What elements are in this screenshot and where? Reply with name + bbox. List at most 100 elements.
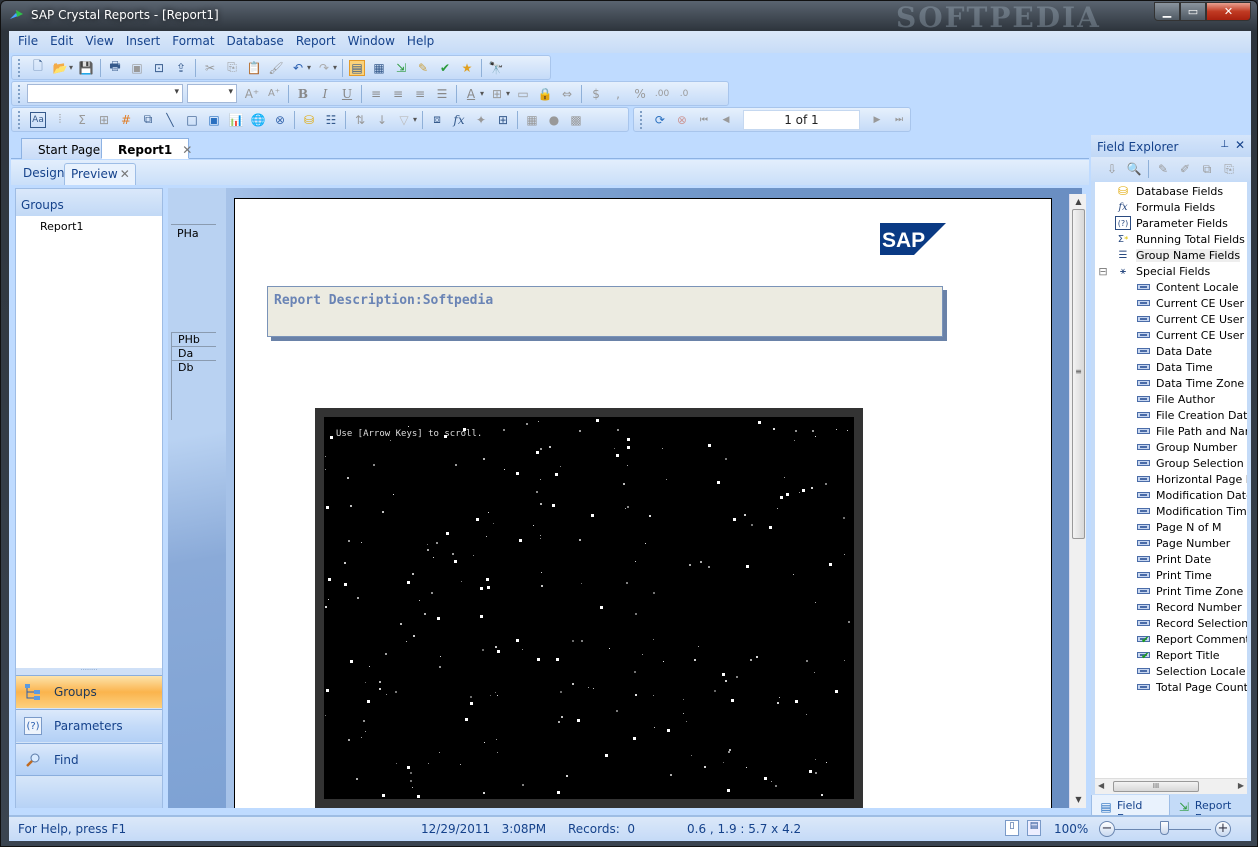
tab-start-page[interactable]: Start Page <box>21 138 112 159</box>
paste-icon[interactable]: 📋 <box>246 60 262 76</box>
new-icon[interactable]: 🗋 <box>30 59 46 76</box>
special-field-item[interactable]: ✔ Report Comments <box>1135 631 1247 647</box>
formula-icon[interactable]: fx <box>451 112 467 128</box>
scroll-thumb[interactable]: III <box>1113 781 1199 792</box>
zoom-slider-thumb[interactable] <box>1160 821 1169 835</box>
borders-icon[interactable]: ⊞ <box>489 86 505 102</box>
tree-item-parameter-fields[interactable]: (?) Parameter Fields <box>1115 215 1228 231</box>
open-dropdown[interactable]: ▾ <box>69 63 73 72</box>
font-name-combo[interactable] <box>27 84 183 103</box>
special-field-item[interactable]: Print Date <box>1135 551 1211 567</box>
new-field-icon[interactable]: ✎ <box>1155 161 1171 177</box>
tree-item-special-fields[interactable]: ⊟ ⚹ Special Fields <box>1097 263 1210 279</box>
special-field-item[interactable]: Data Date <box>1135 343 1212 359</box>
font-color-dropdown[interactable]: ▾ <box>480 89 484 98</box>
maximize-button[interactable]: ▭ <box>1180 2 1206 21</box>
toolbar-grip[interactable] <box>640 110 643 129</box>
scroll-thumb[interactable]: ≡ <box>1072 209 1085 539</box>
special-field-item[interactable]: Data Time Zone <box>1135 375 1244 391</box>
font-size-combo[interactable] <box>187 84 237 103</box>
bold-icon[interactable]: B <box>295 86 311 102</box>
special-field-item[interactable]: File Path and Name <box>1135 423 1247 439</box>
menu-edit[interactable]: Edit <box>45 31 80 53</box>
collapse-icon[interactable]: ⊟ <box>1097 264 1109 278</box>
edit-field-icon[interactable]: ✐ <box>1177 161 1193 177</box>
group-expert-icon[interactable]: ⇅ <box>352 112 368 128</box>
align-left-icon[interactable]: ≡ <box>368 86 384 102</box>
cross-tab-icon[interactable]: ⊞ <box>96 112 112 128</box>
browse-icon[interactable]: 🔍 <box>1126 161 1142 177</box>
undo-dropdown[interactable]: ▾ <box>307 63 311 72</box>
section-page-header-a[interactable]: PHa <box>171 224 216 334</box>
title-bar[interactable]: SAP Crystal Reports - [Report1] SOFTPEDI… <box>1 1 1257 34</box>
increase-decimals-icon[interactable]: .00 <box>654 86 670 102</box>
grid-icon[interactable]: ⊞ <box>495 112 511 128</box>
special-field-item[interactable]: Group Selection Formula <box>1135 455 1247 471</box>
nav-groups-button[interactable]: Groups <box>16 675 162 708</box>
nav-find-button[interactable]: Find <box>16 743 162 776</box>
toolbar-grip[interactable] <box>18 58 21 77</box>
menu-format[interactable]: Format <box>167 31 221 53</box>
flash-icon[interactable]: ⊗ <box>272 112 288 128</box>
single-page-view-icon[interactable]: ▯ <box>1005 820 1019 836</box>
special-field-item[interactable]: Modification Date <box>1135 487 1247 503</box>
currency-icon[interactable]: $ <box>588 86 604 102</box>
toolbar-grip[interactable] <box>18 110 21 129</box>
multi-page-view-icon[interactable]: ▤ <box>1027 820 1041 836</box>
decrease-font-icon[interactable]: A⁺ <box>266 86 282 102</box>
increase-font-icon[interactable]: A⁺ <box>244 86 260 102</box>
pin-icon[interactable]: ⊥ <box>1220 139 1229 150</box>
special-field-item[interactable]: Horizontal Page Number <box>1135 471 1247 487</box>
scroll-right-icon[interactable]: ▶ <box>1238 781 1244 790</box>
scroll-up-icon[interactable]: ▲ <box>1070 194 1087 210</box>
nav-parameters-button[interactable]: (?) Parameters <box>16 709 162 742</box>
font-color-icon[interactable]: A <box>463 86 479 102</box>
zoom-out-button[interactable]: − <box>1099 821 1115 837</box>
special-field-item[interactable]: Current CE User Name <box>1135 311 1247 327</box>
special-field-item[interactable]: Record Number <box>1135 599 1242 615</box>
align-center-icon[interactable]: ≡ <box>390 86 406 102</box>
borders-dropdown[interactable]: ▾ <box>506 89 510 98</box>
copy-icon[interactable]: ⎘ <box>224 60 240 76</box>
expert-icon[interactable]: ✎ <box>415 60 431 76</box>
line-icon[interactable]: ╲ <box>162 112 178 128</box>
menu-report[interactable]: Report <box>291 31 343 53</box>
special-field-item[interactable]: Current CE User ID <box>1135 295 1247 311</box>
undo-icon[interactable]: ↶ <box>290 60 306 76</box>
first-page-icon[interactable]: ⏮ <box>696 112 712 128</box>
flash-object[interactable]: Use [Arrow Keys] to scroll. <box>315 408 863 808</box>
previous-page-icon[interactable]: ◀ <box>718 112 734 128</box>
tree-item-group-name-fields[interactable]: ☰ Group Name Fields <box>1115 247 1241 263</box>
section-page-header-b[interactable]: PHb <box>171 332 216 346</box>
text-object-icon[interactable]: Aa <box>30 111 46 128</box>
last-page-icon[interactable]: ⏭ <box>891 112 907 128</box>
special-field-item[interactable]: ✔ Report Title <box>1135 647 1220 663</box>
zoom-in-button[interactable]: + <box>1215 821 1231 837</box>
toolbar-grip[interactable] <box>18 84 21 103</box>
print-icon[interactable]: 🖶 <box>107 59 123 76</box>
special-field-item[interactable]: Selection Locale <box>1135 663 1245 679</box>
italic-icon[interactable]: I <box>317 86 333 102</box>
menu-help[interactable]: Help <box>402 31 441 53</box>
special-field-item[interactable]: Print Time <box>1135 567 1212 583</box>
page-preview-icon[interactable]: ⊡ <box>151 60 167 76</box>
format-painter-icon[interactable]: 🖌 <box>268 60 284 76</box>
hyperlink-icon[interactable]: ● <box>546 112 562 128</box>
tree-item-database-fields[interactable]: ⛁ Database Fields <box>1115 183 1223 199</box>
special-field-item[interactable]: Data Time <box>1135 359 1213 375</box>
tree-item-formula-fields[interactable]: fx Formula Fields <box>1115 199 1215 215</box>
menu-database[interactable]: Database <box>222 31 291 53</box>
report-description-box[interactable]: Report Description:Softpedia <box>267 286 943 337</box>
justify-icon[interactable]: ☰ <box>434 86 450 102</box>
menu-window[interactable]: Window <box>343 31 402 53</box>
summary-icon[interactable]: Σ <box>74 112 90 128</box>
map-icon[interactable]: 🌐 <box>250 112 266 128</box>
olap-icon[interactable]: # <box>118 112 134 128</box>
database-expert-icon[interactable]: ⛁ <box>301 112 317 128</box>
highlight-expert-icon[interactable]: ✦ <box>473 112 489 128</box>
starfield-canvas[interactable]: Use [Arrow Keys] to scroll. <box>324 417 854 799</box>
tab-report1[interactable]: Report1 ✕ <box>101 138 192 159</box>
select-expert-icon[interactable]: ▽ <box>396 112 412 128</box>
special-field-item[interactable]: Group Number <box>1135 439 1237 455</box>
check-dependencies-icon[interactable]: ✔ <box>437 60 453 76</box>
